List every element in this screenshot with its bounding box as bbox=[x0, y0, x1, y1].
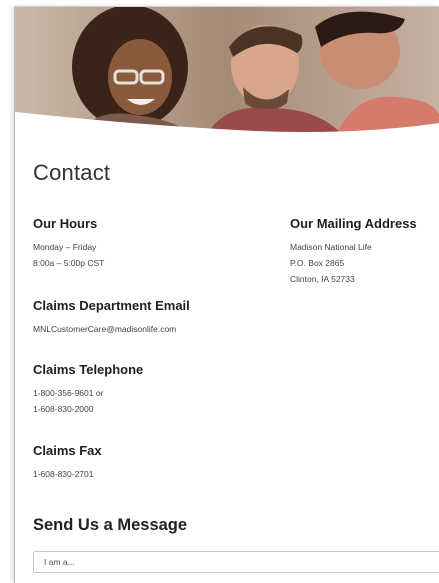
hours-days: Monday – Friday bbox=[33, 242, 97, 252]
hours-heading: Our Hours bbox=[33, 216, 98, 231]
claims-phone-2[interactable]: 1-608-830-2000 bbox=[33, 402, 94, 418]
page-title: Contact bbox=[33, 160, 111, 185]
mailing-heading: Our Mailing Address bbox=[290, 216, 417, 231]
role-select[interactable]: I am a... bbox=[33, 551, 439, 573]
mailing-line-1: Madison National Life bbox=[290, 242, 372, 252]
claims-phone-1[interactable]: 1-800-356-9601 or bbox=[33, 386, 103, 402]
claims-email-heading: Claims Department Email bbox=[33, 298, 190, 313]
claims-phone-heading: Claims Telephone bbox=[33, 362, 144, 377]
claims-email-link[interactable]: MNLCustomerCare@madisonlife.com bbox=[33, 322, 176, 338]
claims-fax-value: 1-608-830-2701 bbox=[33, 469, 94, 479]
hero-image bbox=[15, 7, 439, 137]
role-select-placeholder: I am a... bbox=[44, 557, 75, 567]
mailing-line-3: Clinton, IA 52733 bbox=[290, 274, 355, 284]
page-frame: Contact Our Hours Monday – Friday 8:00a … bbox=[14, 6, 439, 583]
mailing-line-2: P.O. Box 2865 bbox=[290, 258, 345, 268]
send-message-heading: Send Us a Message bbox=[33, 516, 188, 534]
hours-time: 8:00a – 5:00p CST bbox=[33, 258, 105, 268]
claims-fax-heading: Claims Fax bbox=[33, 443, 102, 458]
